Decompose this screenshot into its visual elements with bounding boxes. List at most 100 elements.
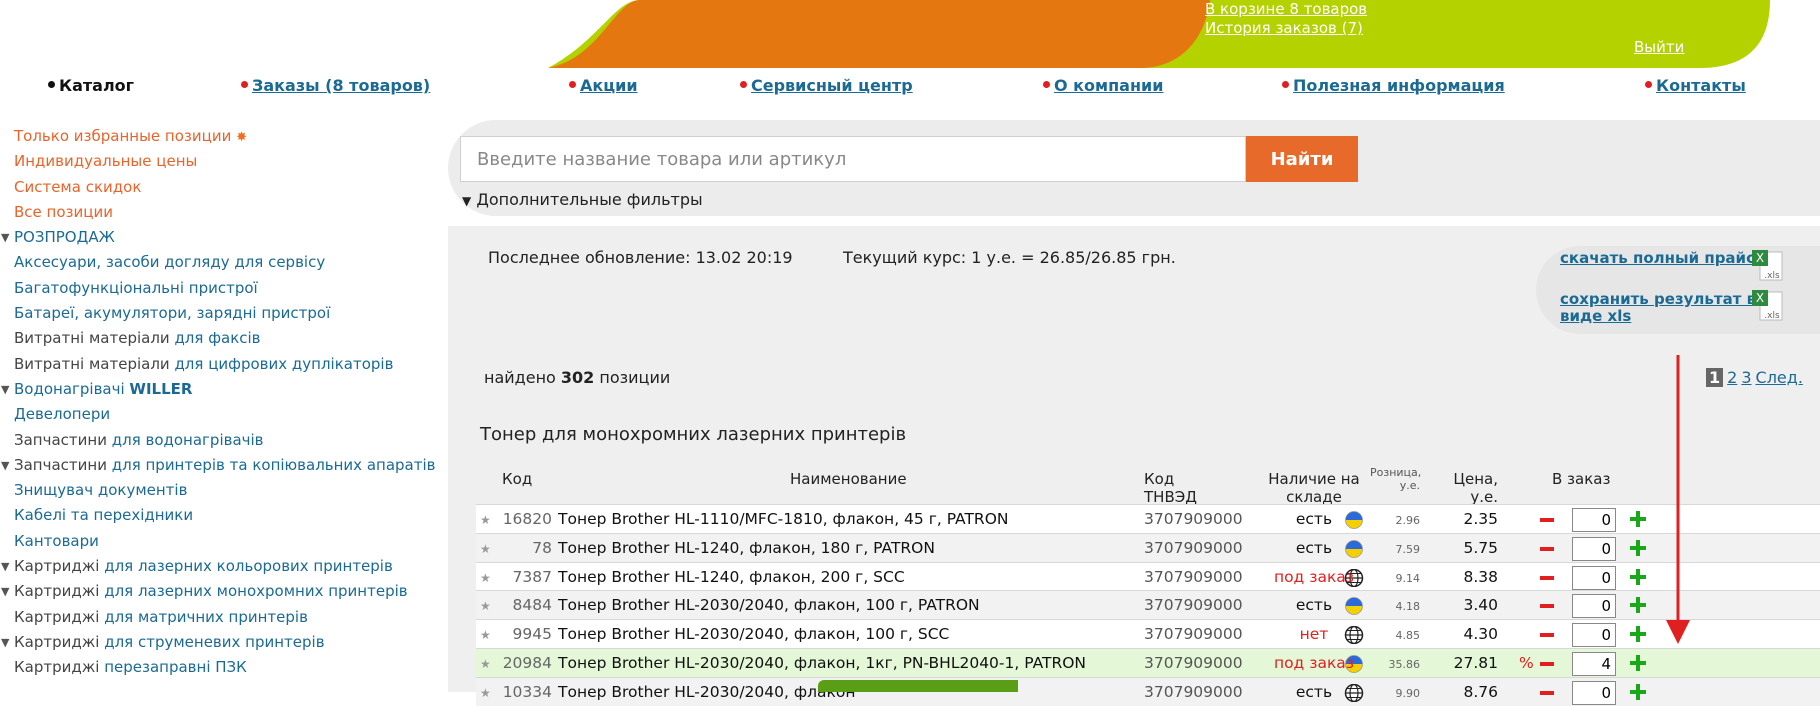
sidebar-category[interactable]: ▼ РОЗПРОДАЖ xyxy=(0,225,440,250)
nav-contacts[interactable]: Контакты xyxy=(1645,76,1746,95)
order-history-link[interactable]: История заказов (7) xyxy=(1205,19,1363,37)
sidebar-category[interactable]: ▼ Картриджі для лазерних монохромних прин… xyxy=(0,579,440,604)
category-label[interactable]: для матричних принтерів xyxy=(104,608,308,626)
nav-label[interactable]: Каталог xyxy=(59,76,134,95)
page-link[interactable]: 3 xyxy=(1741,368,1751,387)
nav-label[interactable]: Сервисный центр xyxy=(751,76,913,95)
category-label[interactable]: для водонагрівачів xyxy=(112,431,264,449)
increase-qty-button[interactable] xyxy=(1630,655,1646,671)
category-label[interactable]: Батареї, акумулятори, зарядні пристрої xyxy=(14,304,330,322)
nav-promotions[interactable]: Акции xyxy=(569,76,638,95)
sidebar-category[interactable]: ▼ Картриджі для лазерних кольорових принт… xyxy=(0,554,440,579)
quantity-input[interactable] xyxy=(1572,508,1616,532)
sidebar-discounts-link[interactable]: Система скидок xyxy=(0,175,440,200)
sidebar-category[interactable]: Витратні матеріали для факсів xyxy=(0,326,440,351)
category-label[interactable]: Аксесуари, засоби догляду для сервісу xyxy=(14,253,325,271)
favorite-star-icon[interactable]: ★ xyxy=(480,513,491,527)
favorite-star-icon[interactable]: ★ xyxy=(480,686,491,700)
decrease-qty-button[interactable] xyxy=(1540,604,1554,609)
sidebar-category[interactable]: Картриджі перезаправні ПЗК xyxy=(0,655,440,680)
decrease-qty-button[interactable] xyxy=(1540,518,1554,522)
sidebar-category[interactable]: Батареї, акумулятори, зарядні пристрої xyxy=(0,301,440,326)
quantity-input[interactable] xyxy=(1572,680,1616,705)
sidebar-category[interactable]: ▼ Водонагрівачі WILLER xyxy=(0,377,440,402)
category-label[interactable]: Знищувач документів xyxy=(14,481,187,499)
save-xls-link[interactable]: сохранить результат в виде xls xyxy=(1560,291,1760,325)
nav-label[interactable]: О компании xyxy=(1054,76,1163,95)
decrease-qty-button[interactable] xyxy=(1540,546,1554,551)
quantity-input[interactable] xyxy=(1572,594,1616,619)
additional-filters-toggle[interactable]: ▼ Дополнительные фильтры xyxy=(462,190,703,209)
nav-service-center[interactable]: Сервисный центр xyxy=(740,76,913,95)
quantity-input[interactable] xyxy=(1572,565,1616,590)
quantity-input[interactable] xyxy=(1572,652,1616,676)
item-name[interactable]: Тонер Brother HL-1240, флакон, 200 г, SC… xyxy=(558,568,905,586)
nav-label[interactable]: Акции xyxy=(580,76,638,95)
category-label[interactable]: РОЗПРОДАЖ xyxy=(14,228,115,246)
category-label[interactable]: для лазерних монохромних принтерів xyxy=(104,582,407,600)
favorite-star-icon[interactable]: ★ xyxy=(480,542,491,556)
sidebar-category[interactable]: Картриджі для матричних принтерів xyxy=(0,605,440,630)
sidebar-favorites-link[interactable]: Только избранные позиции ✸ xyxy=(0,124,440,149)
sidebar-category[interactable]: ▼ Запчастини для принтерів та копіювальни… xyxy=(0,453,440,478)
favorite-star-icon[interactable]: ★ xyxy=(480,657,491,671)
nav-catalog[interactable]: Каталог xyxy=(48,76,134,95)
nav-about[interactable]: О компании xyxy=(1043,76,1163,95)
excel-file-icon[interactable]: X .xls xyxy=(1750,288,1786,324)
decrease-qty-button[interactable] xyxy=(1540,575,1554,580)
decrease-qty-button[interactable] xyxy=(1540,690,1554,695)
category-label[interactable]: для лазерних кольорових принтерів xyxy=(104,557,393,575)
sidebar-category[interactable]: Девелопери xyxy=(0,402,440,427)
green-tab[interactable] xyxy=(818,680,1018,692)
category-label[interactable]: для факсів xyxy=(174,329,260,347)
category-label[interactable]: перезаправні ПЗК xyxy=(104,658,247,676)
cart-link[interactable]: В корзине 8 товаров xyxy=(1205,0,1367,18)
increase-qty-button[interactable] xyxy=(1630,626,1646,643)
category-label[interactable]: Кантовари xyxy=(14,532,99,550)
sidebar-category[interactable]: Знищувач документів xyxy=(0,478,440,503)
category-label[interactable]: для струменевих принтерів xyxy=(104,633,324,651)
sidebar-category[interactable]: Багатофункціональні пристрої xyxy=(0,276,440,301)
sidebar-category[interactable]: ▼ Картриджі для струменевих принтерів xyxy=(0,630,440,655)
favorite-star-icon[interactable]: ★ xyxy=(480,571,491,585)
category-label[interactable]: для принтерів та копіювальних апаратів xyxy=(112,456,436,474)
excel-file-icon[interactable]: X .xls xyxy=(1750,248,1786,284)
sidebar-category[interactable]: Кантовари xyxy=(0,529,440,554)
sidebar-category[interactable]: Запчастини для водонагрівачів xyxy=(0,428,440,453)
item-name[interactable]: Тонер Brother HL-1240, флакон, 180 г, PA… xyxy=(558,539,935,557)
sidebar-category[interactable]: Аксесуари, засоби догляду для сервісу xyxy=(0,250,440,275)
page-link[interactable]: 2 xyxy=(1727,368,1737,387)
nav-label[interactable]: Контакты xyxy=(1656,76,1746,95)
sidebar-individual-prices-link[interactable]: Индивидуальные цены xyxy=(0,149,440,174)
download-price-link[interactable]: скачать полный прайс xyxy=(1560,250,1760,267)
increase-qty-button[interactable] xyxy=(1630,539,1646,556)
category-brand[interactable]: WILLER xyxy=(129,380,192,398)
nav-label[interactable]: Заказы (8 товаров) xyxy=(252,76,430,95)
increase-qty-button[interactable] xyxy=(1630,568,1646,585)
item-name[interactable]: Тонер Brother HL-2030/2040, флакон, 1кг,… xyxy=(558,654,1086,672)
logout-link[interactable]: Выйти xyxy=(1634,38,1684,56)
quantity-input[interactable] xyxy=(1572,623,1616,648)
nav-orders[interactable]: Заказы (8 товаров) xyxy=(241,76,430,95)
sidebar-link-label[interactable]: Только избранные позиции xyxy=(14,127,231,145)
nav-useful-info[interactable]: Полезная информация xyxy=(1282,76,1505,95)
search-input[interactable] xyxy=(460,136,1246,182)
category-label[interactable]: Девелопери xyxy=(14,405,110,423)
decrease-qty-button[interactable] xyxy=(1540,662,1554,666)
sidebar-category[interactable]: Кабелі та перехідники xyxy=(0,503,440,528)
category-label[interactable]: Водонагрівачі xyxy=(14,380,129,398)
next-page-link[interactable]: След. xyxy=(1756,368,1803,387)
increase-qty-button[interactable] xyxy=(1630,597,1646,614)
sidebar-all-positions-link[interactable]: Все позиции xyxy=(0,200,440,225)
item-name[interactable]: Тонер Brother HL-2030/2040, флакон, 100 … xyxy=(558,625,949,643)
sidebar-category[interactable]: Витратні матеріали для цифрових дуплікат… xyxy=(0,352,440,377)
item-name[interactable]: Тонер Brother HL-1110/MFC-1810, флакон, … xyxy=(558,510,1008,528)
favorite-star-icon[interactable]: ★ xyxy=(480,628,491,642)
category-label[interactable]: Кабелі та перехідники xyxy=(14,506,193,524)
category-label[interactable]: Багатофункціональні пристрої xyxy=(14,279,258,297)
decrease-qty-button[interactable] xyxy=(1540,633,1554,638)
search-button[interactable]: Найти xyxy=(1246,136,1358,182)
nav-label[interactable]: Полезная информация xyxy=(1293,76,1505,95)
increase-qty-button[interactable] xyxy=(1630,511,1646,527)
category-label[interactable]: для цифрових дуплікаторів xyxy=(174,355,393,373)
